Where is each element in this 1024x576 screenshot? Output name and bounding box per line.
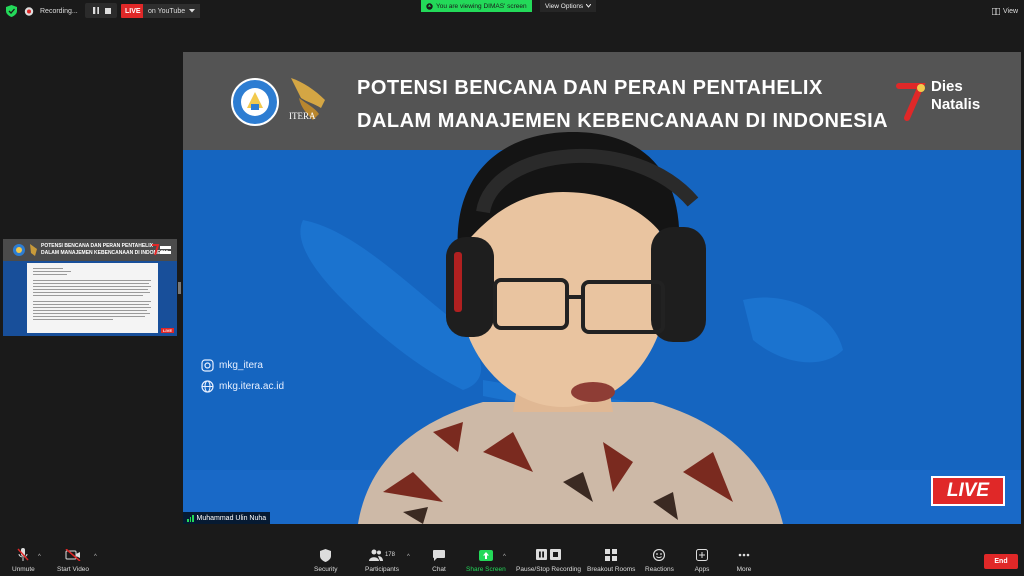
zoom-meeting-window: Recording... LIVE on YouTube You are vie…: [0, 0, 1024, 576]
viewing-screen-banner: You are viewing DIMAS' screen: [421, 0, 532, 12]
breakout-rooms-button[interactable]: Breakout Rooms: [587, 548, 635, 573]
participants-icon: [368, 549, 383, 561]
shared-screen-thumbnail[interactable]: POTENSI BENCANA DAN PERAN PENTAHELIX DAL…: [3, 239, 177, 336]
pause-stop-icon: [535, 549, 561, 560]
grid-view-icon: [992, 7, 1000, 15]
presenter-video: [358, 132, 783, 524]
view-options-label: View Options: [545, 2, 584, 10]
itera-logo-icon: [30, 244, 37, 256]
start-video-label: Start Video: [57, 566, 90, 573]
thumbnail-live-badge: LIVE: [161, 328, 174, 333]
participant-name: Muhammad Ulin Nuha: [196, 514, 267, 522]
start-video-button[interactable]: Start Video: [57, 548, 89, 573]
share-screen-label: Share Screen: [466, 566, 506, 573]
reactions-label: Reactions: [645, 566, 674, 573]
live-tag: LIVE: [121, 4, 145, 18]
shield-icon: [320, 548, 332, 562]
participants-count: 178: [384, 552, 395, 558]
pause-stop-recording-button[interactable]: Pause/Stop Recording: [516, 548, 581, 573]
reactions-button[interactable]: Reactions: [645, 548, 674, 573]
chat-icon: [433, 549, 445, 561]
top-bar: Recording... LIVE on YouTube You are vie…: [0, 0, 1024, 22]
breakout-rooms-icon: [605, 549, 618, 561]
breakout-rooms-label: Breakout Rooms: [587, 566, 636, 573]
signal-strength-icon: [187, 514, 194, 522]
share-options-caret-icon[interactable]: ^: [503, 554, 506, 560]
recording-label: Recording...: [40, 7, 78, 15]
unmute-button[interactable]: Unmute: [12, 548, 35, 573]
cloud-recording-icon: [24, 6, 34, 16]
thumbnail-resize-handle[interactable]: [178, 282, 181, 294]
stop-recording-button[interactable]: [99, 3, 117, 18]
more-icon: [738, 553, 750, 557]
security-label: Security: [314, 566, 338, 573]
main-video-tile: ITERA POTENSI BENCANA DAN PERAN PENTAHEL…: [183, 52, 1021, 524]
slide-live-badge: LIVE: [931, 476, 1005, 506]
chat-button[interactable]: Chat: [431, 548, 447, 573]
share-screen-icon: [478, 549, 493, 561]
reactions-icon: [653, 549, 666, 561]
stream-target-label: on YouTube: [148, 7, 186, 15]
recording-indicator: Recording...: [24, 3, 78, 19]
participants-button[interactable]: 178 Participants: [365, 548, 399, 573]
end-meeting-button[interactable]: End: [984, 554, 1018, 569]
apps-icon: [696, 549, 708, 561]
dies-natalis-logo-icon: [152, 244, 171, 256]
viewing-banner-text: You are viewing DIMAS' screen: [436, 2, 527, 10]
chevron-down-icon: [189, 9, 196, 13]
stop-icon: [105, 7, 111, 14]
participants-caret-icon[interactable]: ^: [407, 554, 410, 560]
unmute-label: Unmute: [12, 566, 35, 573]
audio-options-caret-icon[interactable]: ^: [38, 554, 41, 560]
view-button-label: View: [1003, 7, 1019, 15]
chevron-down-icon: [586, 4, 592, 8]
thumbnail-document: [27, 263, 158, 333]
stream-target-dropdown[interactable]: on YouTube: [143, 4, 201, 18]
share-screen-button[interactable]: Share Screen: [466, 548, 506, 573]
pause-stop-recording-label: Pause/Stop Recording: [516, 566, 582, 573]
more-button[interactable]: More: [736, 548, 752, 573]
apps-label: Apps: [694, 566, 710, 573]
mic-muted-icon: [17, 548, 29, 561]
screen-share-icon: [426, 2, 433, 10]
view-options-dropdown[interactable]: View Options: [540, 0, 597, 12]
thumbnail-header: POTENSI BENCANA DAN PERAN PENTAHELIX DAL…: [3, 239, 177, 261]
security-button[interactable]: Security: [314, 548, 337, 573]
more-label: More: [736, 566, 752, 573]
chat-label: Chat: [432, 566, 446, 573]
shield-icon[interactable]: [6, 5, 17, 17]
participant-name-tag: Muhammad Ulin Nuha: [183, 512, 271, 524]
participants-label: Participants: [365, 566, 399, 573]
kemdikbud-logo-icon: [13, 244, 25, 256]
video-off-icon: [65, 549, 81, 561]
meeting-toolbar: Unmute ^ Start Video ^ Security 178 Part…: [0, 542, 1024, 576]
video-options-caret-icon[interactable]: ^: [94, 554, 97, 560]
view-layout-button[interactable]: View: [992, 4, 1018, 18]
apps-button[interactable]: Apps: [694, 548, 710, 573]
